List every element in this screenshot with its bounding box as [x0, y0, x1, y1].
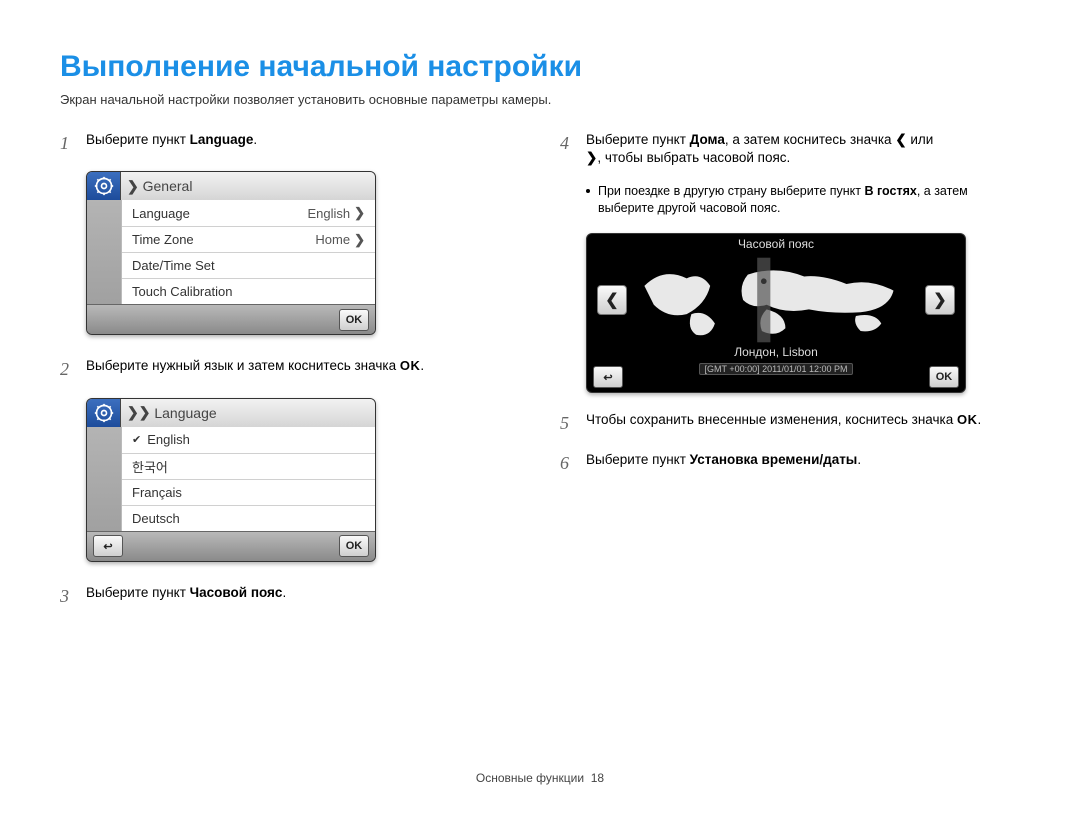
step2-dot: .	[420, 358, 424, 373]
general-panel: ❯ General Language English ❯ Time Zone Ho…	[86, 171, 376, 335]
lang-english-label: English	[147, 432, 190, 447]
row-timezone-label: Time Zone	[132, 232, 194, 247]
step4-pre: Выберите пункт	[586, 132, 690, 147]
row-timezone-value: Home	[315, 232, 350, 247]
step6-bold: Установка времени/даты	[690, 452, 858, 467]
footer-page: 18	[591, 771, 604, 785]
step5-dot: .	[978, 412, 982, 427]
world-map	[635, 255, 917, 345]
language-panel-title: ❯❯ Language	[121, 399, 375, 427]
page-title: Выполнение начальной настройки	[60, 50, 1020, 84]
chevron-right-icon: ❯	[127, 178, 139, 195]
row-language-value: English	[307, 206, 350, 221]
lang-french[interactable]: Français	[122, 479, 375, 505]
right-column: 4 Выберите пункт Дома, а затем коснитесь…	[560, 131, 1020, 624]
lang-german-label: Deutsch	[132, 511, 180, 526]
step3-text-post: .	[282, 585, 286, 600]
lang-french-label: Français	[132, 485, 182, 500]
step4-bold: Дома	[690, 132, 725, 147]
step1-text-post: .	[253, 132, 257, 147]
row-touchcal[interactable]: Touch Calibration	[122, 278, 375, 304]
step-3: 3 Выберите пункт Часовой пояс.	[60, 584, 520, 608]
step4-post: или	[907, 132, 934, 147]
chevron-right-icon: ❯	[933, 290, 946, 310]
step-5: 5 Чтобы сохранить внесенные изменения, к…	[560, 411, 1020, 435]
row-timezone[interactable]: Time Zone Home ❯	[122, 226, 375, 252]
step1-text-pre: Выберите пункт	[86, 132, 190, 147]
tz-prev-button[interactable]: ❮	[597, 285, 627, 315]
chevron-left-icon: ❮	[895, 131, 906, 149]
chevron-right-icon: ❯❯	[127, 404, 150, 421]
chevron-right-icon: ❯	[354, 232, 365, 248]
general-panel-title: ❯ General	[121, 172, 375, 200]
gear-icon	[87, 172, 121, 200]
row-datetime-label: Date/Time Set	[132, 258, 215, 273]
footer-section: Основные функции	[476, 771, 584, 785]
row-language[interactable]: Language English ❯	[122, 200, 375, 226]
step-2: 2 Выберите нужный язык и затем коснитесь…	[60, 357, 520, 381]
row-language-label: Language	[132, 206, 190, 221]
back-button[interactable]: ↩	[593, 366, 623, 388]
step3-text-bold: Часовой пояс	[190, 585, 283, 600]
step-number: 4	[560, 131, 574, 167]
page-subtitle: Экран начальной настройки позволяет уста…	[60, 92, 1020, 107]
ok-button[interactable]: OK	[929, 366, 959, 388]
left-column: 1 Выберите пункт Language.	[60, 131, 520, 624]
general-panel-title-text: General	[143, 178, 193, 194]
step-1: 1 Выберите пункт Language.	[60, 131, 520, 155]
back-arrow-icon: ↩	[603, 371, 612, 384]
chevron-right-icon: ❯	[354, 205, 365, 221]
step-6: 6 Выберите пункт Установка времени/даты.	[560, 451, 1020, 475]
language-panel: ❯❯ Language ✔ English 한국어 Français Deuts…	[86, 398, 376, 562]
step6-pre: Выберите пункт	[586, 452, 690, 467]
page-footer: Основные функции 18	[0, 771, 1080, 785]
back-arrow-icon: ↩	[103, 540, 112, 553]
step4-bullet: При поездке в другую страну выберите пун…	[586, 183, 1020, 217]
lang-korean-label: 한국어	[132, 457, 168, 476]
chevron-left-icon: ❮	[605, 290, 618, 310]
bullet-bold: В гостях	[864, 184, 916, 198]
language-panel-title-text: Language	[154, 405, 216, 421]
lang-korean[interactable]: 한국어	[122, 453, 375, 479]
check-icon: ✔	[132, 433, 141, 446]
step-number: 2	[60, 357, 74, 381]
step-number: 6	[560, 451, 574, 475]
ok-button[interactable]: OK	[339, 535, 369, 557]
timezone-panel: Часовой пояс ❮	[586, 233, 966, 393]
row-touchcal-label: Touch Calibration	[132, 284, 232, 299]
step-number: 5	[560, 411, 574, 435]
back-button[interactable]: ↩	[93, 535, 123, 557]
step5-text: Чтобы сохранить внесенные изменения, кос…	[586, 412, 957, 427]
lang-english[interactable]: ✔ English	[122, 427, 375, 453]
tz-location: Лондон, Lisbon	[587, 345, 965, 359]
gear-icon	[87, 399, 121, 427]
step4-mid: , а затем коснитесь значка	[725, 132, 895, 147]
step4-end: , чтобы выбрать часовой пояс.	[597, 150, 790, 165]
tz-panel-title: Часовой пояс	[587, 234, 965, 251]
bullet-icon	[586, 189, 590, 193]
step-4: 4 Выберите пункт Дома, а затем коснитесь…	[560, 131, 1020, 167]
step-number: 3	[60, 584, 74, 608]
step6-post: .	[857, 452, 861, 467]
ok-inline-icon: OK	[400, 358, 421, 373]
bullet-part1: При поездке в другую страну выберите пун…	[598, 184, 864, 198]
step3-text-pre: Выберите пункт	[86, 585, 190, 600]
step-number: 1	[60, 131, 74, 155]
lang-german[interactable]: Deutsch	[122, 505, 375, 531]
chevron-right-icon: ❯	[586, 149, 597, 167]
tz-next-button[interactable]: ❯	[925, 285, 955, 315]
ok-inline-icon: OK	[957, 412, 978, 427]
ok-button[interactable]: OK	[339, 309, 369, 331]
row-datetime[interactable]: Date/Time Set	[122, 252, 375, 278]
step2-text: Выберите нужный язык и затем коснитесь з…	[86, 358, 400, 373]
step1-text-bold: Language	[190, 132, 254, 147]
